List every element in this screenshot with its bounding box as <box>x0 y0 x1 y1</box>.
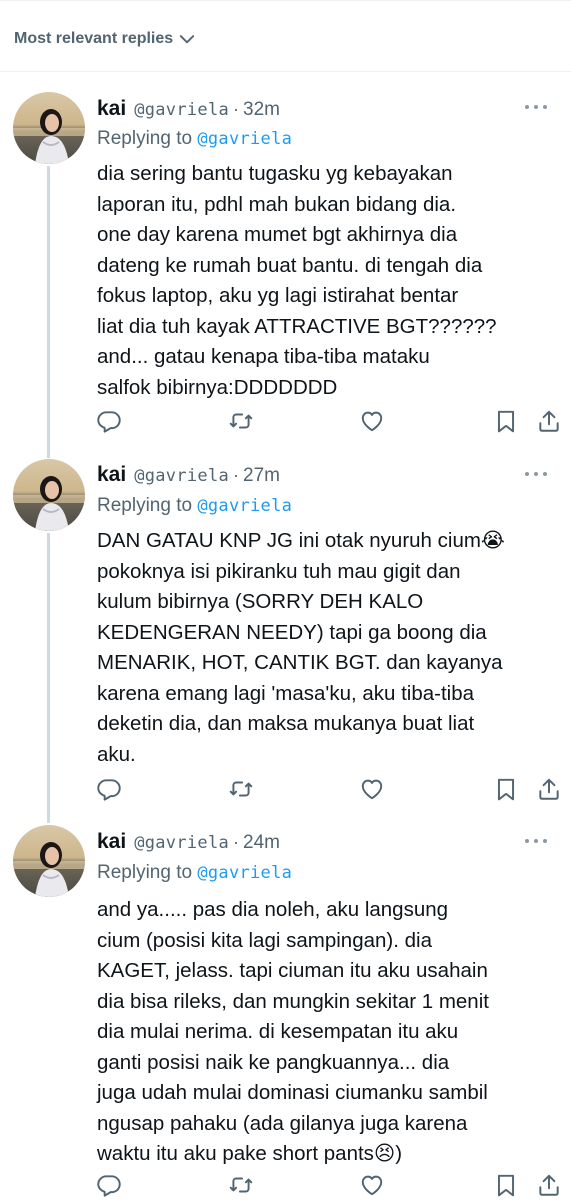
tweet-header: kai @gavriela · 24m <box>97 830 280 854</box>
replying-to: Replying to @gavriela <box>97 862 292 884</box>
separator-dot: · <box>233 832 240 852</box>
more-icon[interactable] <box>525 838 547 844</box>
share-icon[interactable] <box>536 1172 562 1198</box>
tweet-text-line: dia bisa rileks, dan mungkin sekitar 1 m… <box>97 989 489 1013</box>
reply-tweet[interactable]: kai @gavriela · 24m Replying to @gavriel… <box>0 0 571 1200</box>
tweet-text-line: ngusap pahaku (ada gilanya juga karena <box>97 1111 468 1135</box>
like-icon[interactable] <box>359 1172 385 1198</box>
tweet-actions <box>0 1172 571 1200</box>
retweet-icon[interactable] <box>228 1172 254 1198</box>
tweet-text-line: KAGET, jelass. tapi ciuman itu aku usaha… <box>97 959 488 982</box>
tweet-text: and ya..... pas dia noleh, aku langsung … <box>97 895 557 1170</box>
tweet-text-line: ganti posisi naik ke pangkuannya... dia <box>97 1050 450 1074</box>
tweet-text-line: waktu itu aku pake short pants😣) <box>97 1142 403 1165</box>
tweet-text-line: dia mulai nerima. di kesempatan itu aku <box>97 1020 459 1043</box>
replying-to-label: Replying to <box>97 862 198 883</box>
mention-link[interactable]: @gavriela <box>197 863 292 883</box>
timestamp[interactable]: 24m <box>243 832 280 854</box>
tweet-text-line: and ya..... pas dia noleh, aku langsung <box>97 898 449 921</box>
display-name[interactable]: kai <box>97 830 126 854</box>
avatar[interactable] <box>13 825 85 897</box>
tweet-text-line: juga udah mulai dominasi ciumanku sambil <box>97 1081 488 1104</box>
tweet-text-line: cium (posisi kita lagi sampingan). dia <box>97 928 432 952</box>
bookmark-icon[interactable] <box>493 1172 519 1198</box>
user-handle[interactable]: @gavriela <box>134 833 229 853</box>
reply-icon[interactable] <box>96 1172 122 1198</box>
